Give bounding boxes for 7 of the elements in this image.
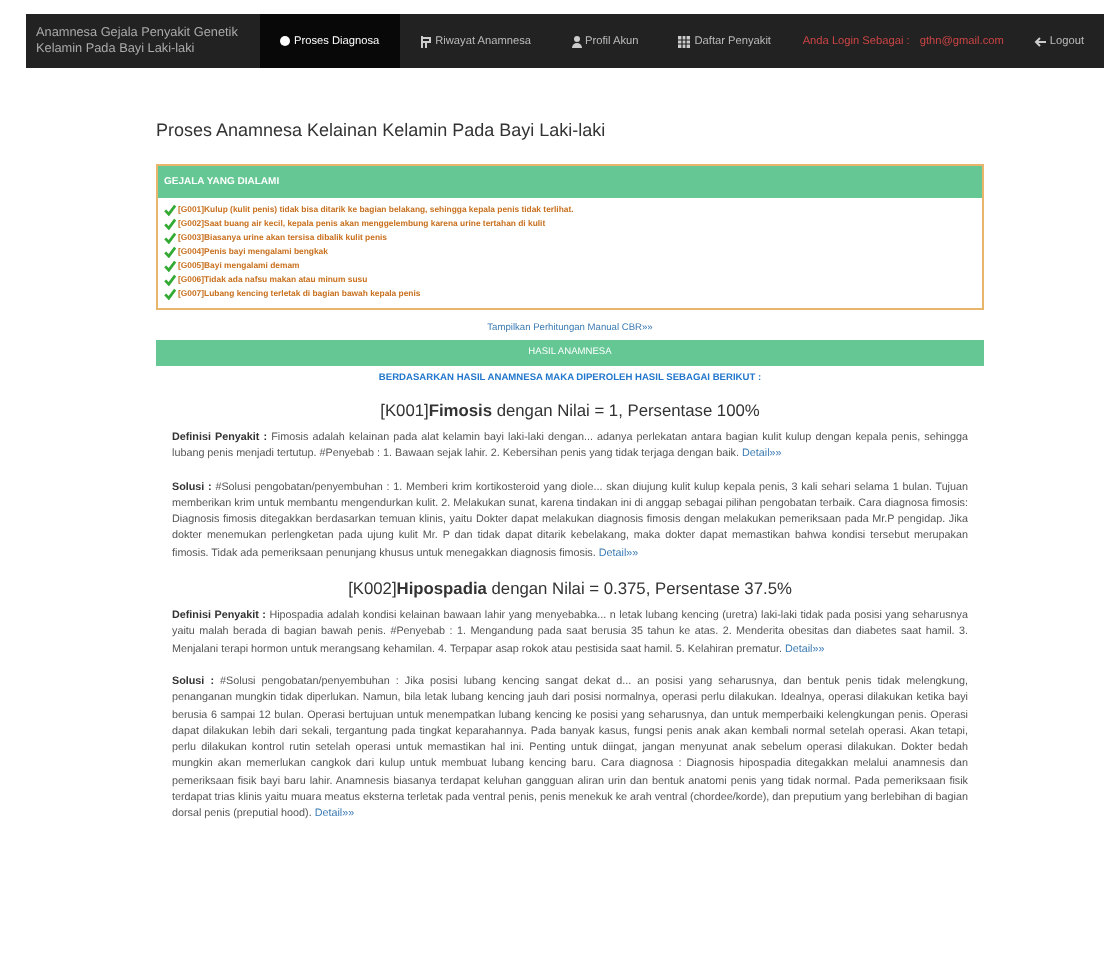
logout-icon (1033, 35, 1046, 47)
user-icon (571, 35, 581, 47)
grid-icon (678, 35, 691, 47)
disease-title: [K002]Hipospadia dengan Nilai = 0.375, Persentase 37.5% (346, 578, 794, 599)
disease-title: [K001]Fimosis dengan Nilai = 1, Persentase 100% (378, 400, 762, 420)
dot-icon (280, 36, 290, 46)
page-title: Proses Anamnesa Kelainan Kelamin Pada Bayi Laki-laki (156, 120, 608, 140)
